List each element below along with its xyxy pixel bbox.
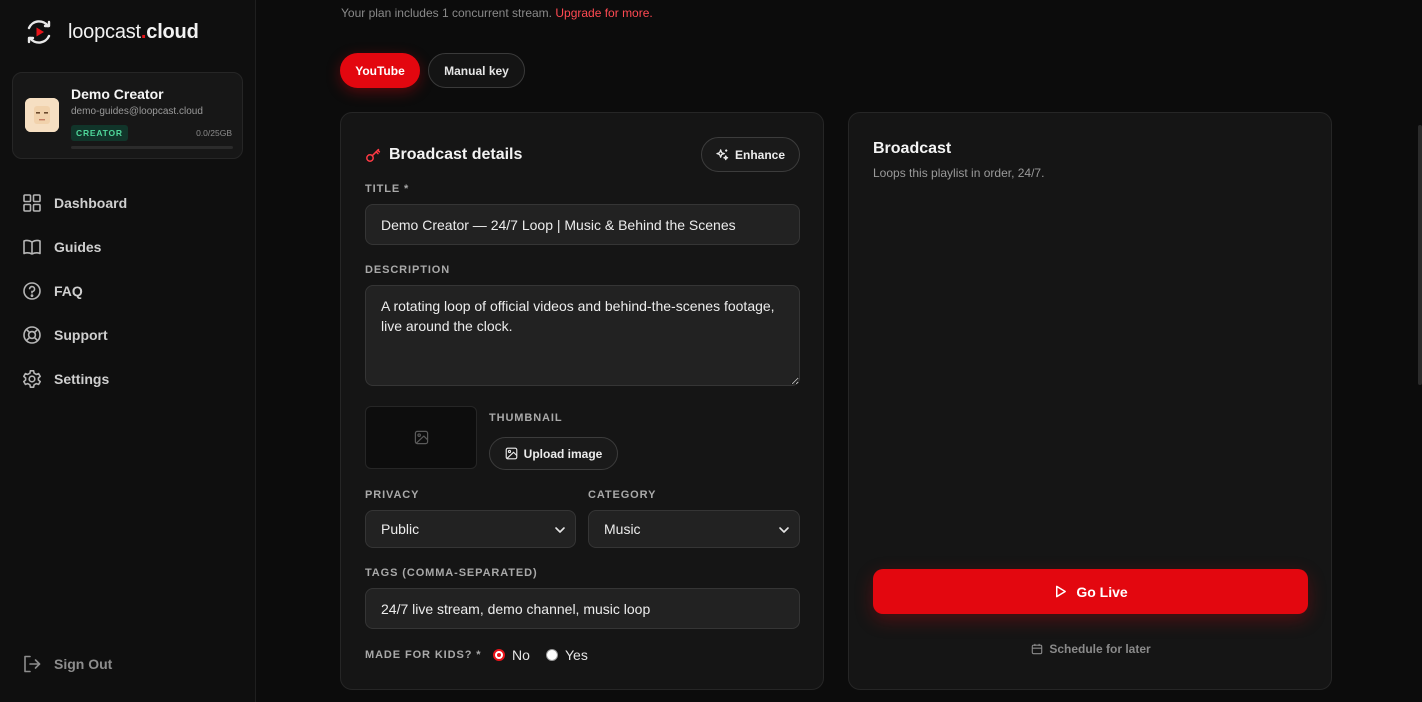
sparkles-icon xyxy=(716,149,729,161)
sidebar-item-faq[interactable]: FAQ xyxy=(22,274,127,308)
tab-manual-key[interactable]: Manual key xyxy=(428,53,525,88)
upload-image-button[interactable]: Upload image xyxy=(489,437,618,470)
sidebar: loopcast.cloud Demo Creator demo-guides@… xyxy=(0,0,256,702)
sidebar-item-label: Guides xyxy=(54,239,102,255)
privacy-value: Public xyxy=(381,521,420,537)
tags-input[interactable] xyxy=(365,588,800,629)
plan-note: Your plan includes 1 concurrent stream. … xyxy=(341,6,653,20)
privacy-label: PRIVACY xyxy=(365,489,420,501)
sidebar-item-guides[interactable]: Guides xyxy=(22,230,127,264)
sidebar-item-dashboard[interactable]: Dashboard xyxy=(22,186,127,220)
tab-youtube[interactable]: YouTube xyxy=(340,53,420,88)
play-icon xyxy=(1056,585,1067,598)
page-scrollbar[interactable] xyxy=(1418,125,1422,385)
kids-radio-yes-label: Yes xyxy=(565,647,588,663)
sidebar-item-label: FAQ xyxy=(54,283,83,299)
avatar xyxy=(25,98,59,132)
privacy-select[interactable]: Public xyxy=(365,510,576,548)
brand-logo[interactable]: loopcast.cloud xyxy=(24,16,199,48)
enhance-button[interactable]: Enhance xyxy=(701,137,800,172)
made-for-kids-label: MADE FOR KIDS? * xyxy=(365,649,482,661)
broadcast-card: Broadcast Loops this playlist in order, … xyxy=(848,112,1332,690)
gear-icon xyxy=(23,370,41,388)
kids-radio-yes[interactable]: Yes xyxy=(546,647,588,663)
upload-image-label: Upload image xyxy=(523,446,603,461)
chevron-down-icon xyxy=(779,527,789,533)
go-live-button[interactable]: Go Live xyxy=(873,569,1308,614)
sidebar-item-support[interactable]: Support xyxy=(22,318,127,352)
sign-out-button[interactable]: Sign Out xyxy=(22,654,112,674)
key-icon xyxy=(366,148,381,162)
upgrade-link[interactable]: Upgrade for more. xyxy=(555,6,652,20)
details-title: Broadcast details xyxy=(389,146,523,163)
schedule-later-button[interactable]: Schedule for later xyxy=(849,642,1333,656)
help-circle-icon xyxy=(23,282,41,300)
profile-name: Demo Creator xyxy=(71,86,164,102)
book-icon xyxy=(23,239,41,255)
details-heading: Broadcast details xyxy=(365,146,522,164)
sidebar-item-settings[interactable]: Settings xyxy=(22,362,127,396)
image-placeholder-icon xyxy=(414,430,428,445)
broadcast-subtitle: Loops this playlist in order, 24/7. xyxy=(873,166,1045,180)
category-select[interactable]: Music xyxy=(588,510,800,548)
sidebar-item-label: Settings xyxy=(54,371,110,387)
calendar-icon xyxy=(1032,643,1043,655)
schedule-later-label: Schedule for later xyxy=(1049,642,1151,656)
grid-icon xyxy=(23,194,41,212)
sidebar-item-label: Dashboard xyxy=(54,195,128,211)
thumbnail-preview[interactable] xyxy=(365,406,477,469)
kids-radio-no[interactable]: No xyxy=(493,647,530,663)
storage-usage: 0.0/25GB xyxy=(196,128,232,138)
radio-unselected-icon xyxy=(546,649,558,661)
avatar-face-icon xyxy=(25,98,59,132)
sidebar-nav: Dashboard Guides FAQ Support Settings xyxy=(22,186,127,406)
description-textarea[interactable]: A rotating loop of official videos and b… xyxy=(365,285,800,386)
category-value: Music xyxy=(604,521,641,537)
tier-badge: CREATOR xyxy=(71,125,128,141)
profile-email: demo-guides@loopcast.cloud xyxy=(71,106,203,117)
category-label: CATEGORY xyxy=(588,489,657,501)
radio-selected-icon xyxy=(493,649,505,661)
tags-label: TAGS (COMMA-SEPARATED) xyxy=(365,567,538,579)
go-live-label: Go Live xyxy=(1076,583,1128,600)
broadcast-title: Broadcast xyxy=(873,140,952,157)
broadcast-details-card: Broadcast details Enhance TITLE * DESCRI… xyxy=(340,112,824,690)
brand-name: loopcast.cloud xyxy=(68,20,199,43)
plan-note-text: Your plan includes 1 concurrent stream. xyxy=(341,6,553,20)
kids-radio-no-label: No xyxy=(512,647,530,663)
chevron-down-icon xyxy=(555,527,565,533)
thumbnail-label: THUMBNAIL xyxy=(489,412,563,424)
sign-out-label: Sign Out xyxy=(54,656,113,672)
title-input[interactable] xyxy=(365,204,800,245)
logout-icon xyxy=(24,655,41,673)
storage-bar xyxy=(71,146,233,149)
title-label: TITLE * xyxy=(365,183,410,195)
description-label: DESCRIPTION xyxy=(365,264,451,276)
lifebuoy-icon xyxy=(23,326,41,344)
sidebar-item-label: Support xyxy=(54,327,108,343)
loop-play-icon xyxy=(27,20,51,44)
image-icon xyxy=(505,447,518,460)
enhance-label: Enhance xyxy=(734,147,785,162)
profile-card[interactable]: Demo Creator demo-guides@loopcast.cloud … xyxy=(12,72,243,159)
